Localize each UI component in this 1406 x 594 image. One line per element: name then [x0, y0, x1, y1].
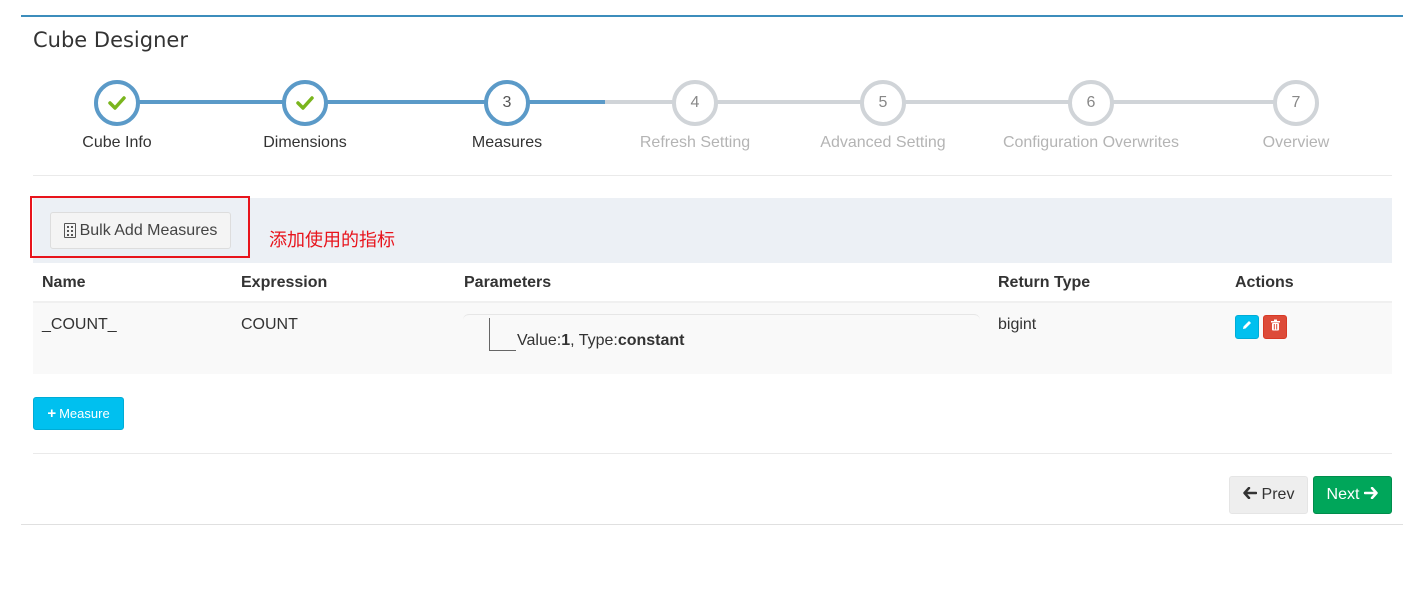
measures-table: Name Expression Parameters Return Type A…	[33, 263, 1392, 374]
column-header-parameters: Parameters	[464, 274, 552, 291]
bulk-add-measures-button[interactable]: Bulk Add Measures	[50, 212, 231, 249]
check-icon	[296, 96, 314, 110]
column-header-return-type: Return Type	[998, 274, 1091, 291]
wizard-step-label: Refresh Setting	[639, 134, 751, 151]
measure-return-type: bigint	[998, 316, 1037, 333]
next-label: Next	[1326, 486, 1360, 503]
wizard-step-overview[interactable]: 7 Overview	[1196, 80, 1396, 152]
measure-name: _COUNT_	[42, 316, 117, 333]
wizard-step-label: Configuration Overwrites	[1002, 134, 1180, 151]
measure-expression: COUNT	[241, 316, 298, 333]
add-measure-button[interactable]: + Measure	[33, 397, 124, 430]
param-value-label: Value:	[517, 332, 562, 349]
table-row: _COUNT_ COUNT Value:1, Type:constant big…	[33, 303, 1392, 374]
delete-measure-button[interactable]	[1263, 315, 1287, 339]
prev-label: Prev	[1261, 486, 1295, 503]
wizard-step-circle: 3	[484, 80, 530, 126]
wizard-step-circle: 6	[1068, 80, 1114, 126]
wizard-step-label: Overview	[1262, 134, 1330, 151]
wizard-progress: Cube Info Dimensions 3 Measures 4 Refres…	[21, 17, 1403, 177]
add-measure-label: Measure	[59, 406, 110, 421]
building-icon	[63, 223, 76, 238]
arrow-right-icon	[1364, 486, 1379, 504]
wizard-step-measures[interactable]: 3 Measures	[407, 80, 607, 152]
wizard-step-configuration-overwrites[interactable]: 6 Configuration Overwrites	[991, 80, 1191, 152]
wizard-step-cube-info[interactable]: Cube Info	[17, 80, 217, 152]
wizard-step-circle: 4	[672, 80, 718, 126]
plus-icon: +	[47, 405, 57, 422]
wizard-step-label: Measures	[471, 134, 543, 151]
wizard-step-label: Advanced Setting	[820, 134, 946, 151]
wizard-step-circle	[94, 80, 140, 126]
wizard-step-label: Cube Info	[82, 134, 152, 151]
wizard-divider	[33, 175, 1392, 176]
parameter-text: Value:1, Type:constant	[517, 332, 685, 350]
parameter-tree: Value:1, Type:constant	[463, 314, 980, 360]
column-header-name: Name	[42, 274, 86, 291]
wizard-step-circle: 5	[860, 80, 906, 126]
footer-divider	[33, 453, 1392, 454]
next-button[interactable]: Next	[1313, 476, 1392, 514]
measures-toolbar: Bulk Add Measures	[33, 198, 1392, 263]
wizard-step-circle: 7	[1273, 80, 1319, 126]
annotation-text: 添加使用的指标	[269, 230, 395, 251]
tree-line-vertical	[489, 318, 490, 351]
wizard-step-label: Dimensions	[263, 134, 347, 151]
trash-icon	[1270, 318, 1281, 336]
wizard-step-dimensions[interactable]: Dimensions	[205, 80, 405, 152]
pencil-icon	[1241, 318, 1253, 336]
tree-line-horizontal	[490, 350, 516, 351]
cube-designer-panel: Cube Designer Cube Info Dimensions 3 Mea…	[21, 15, 1403, 525]
param-type: constant	[617, 332, 685, 349]
param-type-label: , Type:	[570, 332, 618, 349]
column-header-actions: Actions	[1235, 274, 1294, 291]
arrow-left-icon	[1242, 486, 1257, 504]
wizard-step-advanced-setting[interactable]: 5 Advanced Setting	[783, 80, 983, 152]
table-header: Name Expression Parameters Return Type A…	[33, 263, 1392, 303]
column-header-expression: Expression	[241, 274, 328, 291]
edit-measure-button[interactable]	[1235, 315, 1259, 339]
wizard-step-circle	[282, 80, 328, 126]
check-icon	[108, 96, 126, 110]
bulk-add-measures-label: Bulk Add Measures	[79, 221, 218, 239]
param-value: 1	[561, 332, 571, 349]
prev-button[interactable]: Prev	[1229, 476, 1308, 514]
wizard-step-refresh-setting[interactable]: 4 Refresh Setting	[595, 80, 795, 152]
